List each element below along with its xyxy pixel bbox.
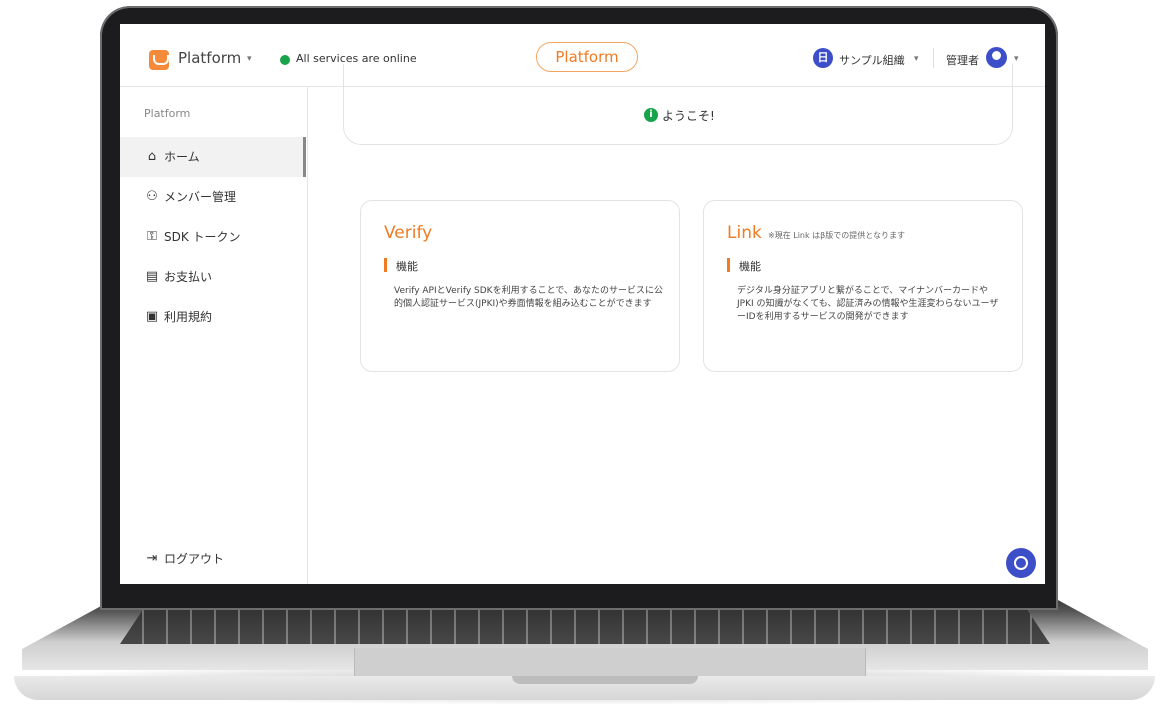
- chevron-down-icon[interactable]: ▾: [1014, 54, 1019, 64]
- link-card[interactable]: Link ※現在 Link はβ版での提供となります 機能 デジタル身分証アプリ…: [703, 200, 1023, 372]
- app-switcher-label[interactable]: Platform: [178, 49, 241, 67]
- sidebar-item-label: ホーム: [164, 150, 200, 164]
- users-icon: ⚇: [146, 189, 158, 204]
- sidebar-heading: Platform: [144, 107, 191, 120]
- chat-icon[interactable]: [1006, 548, 1036, 578]
- sidebar-item-label: お支払い: [164, 270, 213, 284]
- welcome-message: ようこそ!: [662, 109, 715, 123]
- logout-button[interactable]: ⇥ ログアウト: [120, 539, 306, 579]
- home-icon: ⌂: [147, 149, 157, 164]
- key-icon: ⚿: [147, 229, 157, 244]
- section-accent-bar: [384, 258, 387, 272]
- sidebar: Platform ⌂ ホーム ⚇ メンバー管理 ⚿ SDK トークン ▤ お支払…: [120, 87, 308, 584]
- welcome-panel: i ようこそ!: [343, 64, 1013, 145]
- chevron-down-icon[interactable]: ▾: [914, 54, 919, 64]
- laptop-trackpad: [354, 648, 866, 677]
- billing-icon: ▤: [145, 269, 159, 284]
- status-ok-icon: [280, 55, 290, 65]
- section-accent-bar: [727, 258, 730, 272]
- sidebar-item-sdk-tokens[interactable]: ⚿ SDK トークン: [120, 217, 306, 257]
- sidebar-item-home[interactable]: ⌂ ホーム: [120, 137, 306, 177]
- terms-icon: ▣: [145, 309, 159, 324]
- sidebar-item-terms[interactable]: ▣ 利用規約: [120, 297, 306, 337]
- laptop-notch: [512, 676, 698, 684]
- card-title: Verify: [384, 223, 433, 243]
- laptop-lid: Platform ▾ All services are online Platf…: [100, 6, 1058, 610]
- logout-label: ログアウト: [164, 552, 225, 566]
- app-logo-icon[interactable]: [149, 50, 169, 70]
- app-window: Platform ▾ All services are online Platf…: [120, 24, 1045, 584]
- sidebar-item-label: SDK トークン: [164, 230, 241, 244]
- sidebar-item-label: 利用規約: [164, 310, 213, 324]
- logout-icon: ⇥: [146, 551, 158, 566]
- verify-card[interactable]: Verify 機能 Verify APIとVerify SDKを利用することで、…: [360, 200, 680, 372]
- info-icon: i: [644, 108, 658, 122]
- card-title: Link: [727, 223, 762, 243]
- sidebar-item-members[interactable]: ⚇ メンバー管理: [120, 177, 306, 217]
- card-subheading: 機能: [739, 260, 761, 273]
- sidebar-item-label: メンバー管理: [164, 190, 237, 204]
- card-description: デジタル身分証アプリと繋がることで、マイナンバーカードや JPKI の知識がなく…: [737, 286, 999, 322]
- beta-note: ※現在 Link はβ版での提供となります: [768, 231, 906, 240]
- card-subheading: 機能: [396, 260, 418, 273]
- sidebar-item-billing[interactable]: ▤ お支払い: [120, 257, 306, 297]
- chevron-down-icon[interactable]: ▾: [247, 54, 252, 64]
- card-description: Verify APIとVerify SDKを利用することで、あなたのサービスに公…: [394, 286, 663, 309]
